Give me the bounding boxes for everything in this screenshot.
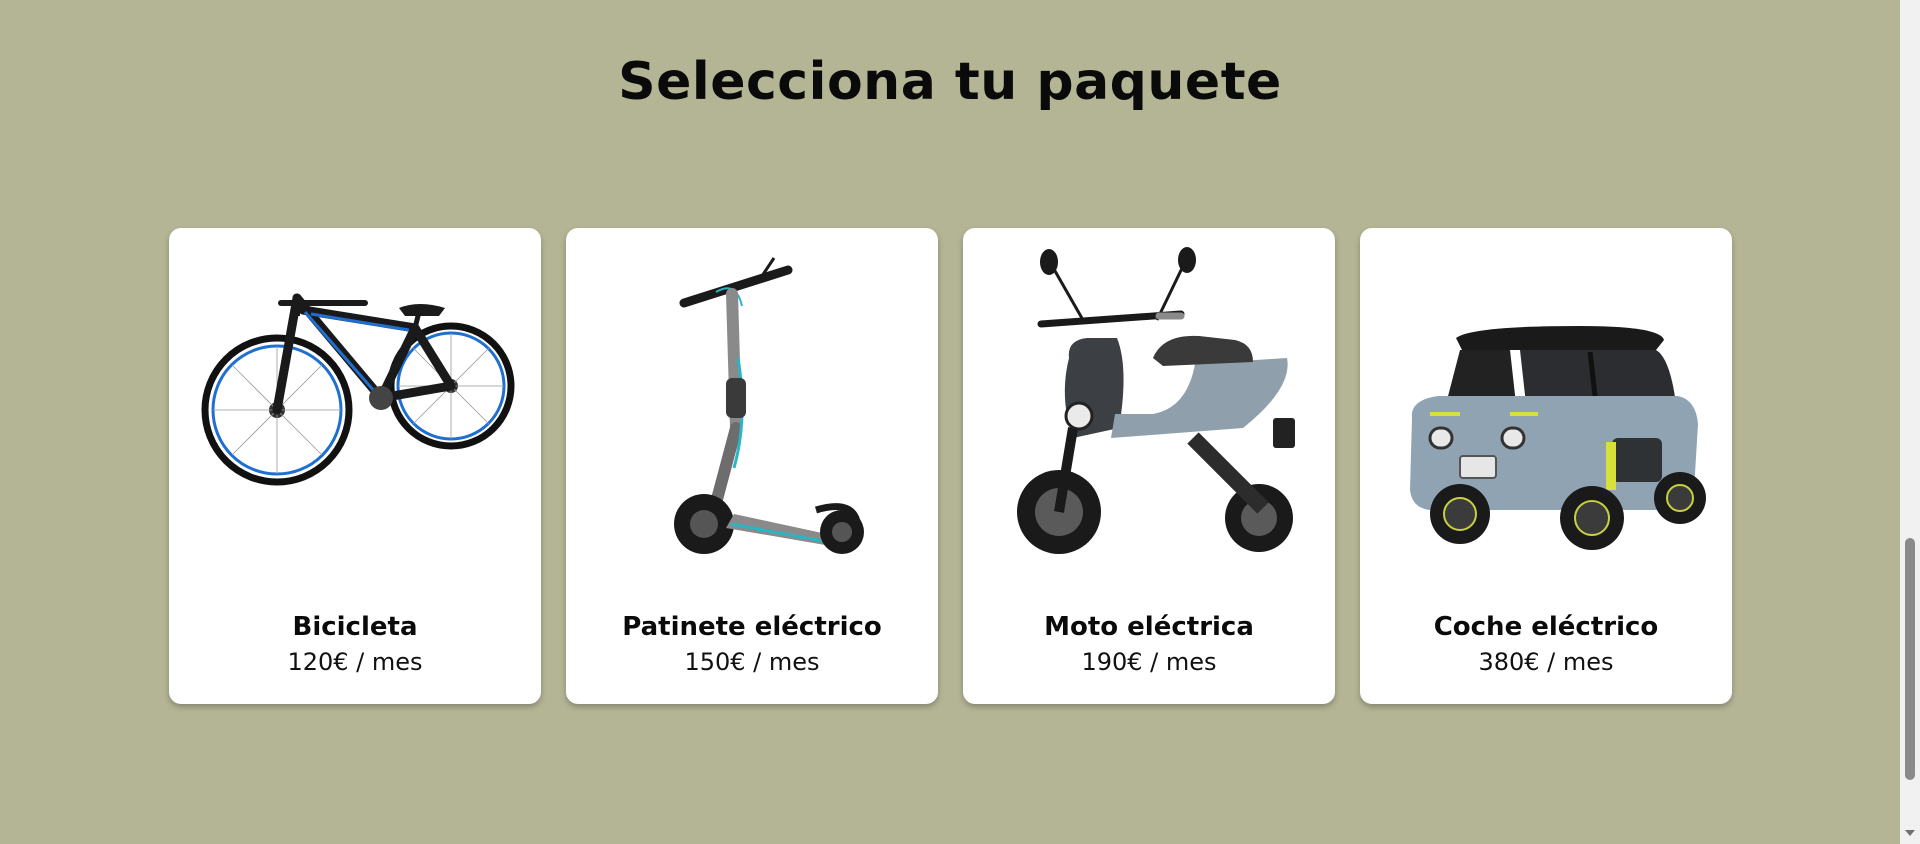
package-name: Coche eléctrico — [1433, 612, 1659, 642]
package-card-coche-electrico[interactable]: Coche eléctrico 380€ / mes — [1360, 228, 1732, 704]
scroll-down-arrow-icon[interactable] — [1905, 830, 1915, 836]
page: Selecciona tu paquete Bicicleta 120€ / m… — [0, 0, 1920, 844]
package-price: 150€ / mes — [684, 648, 820, 676]
electric-motorbike-image — [1017, 247, 1295, 554]
package-card-patinete-electrico[interactable]: Patinete eléctrico 150€ / mes — [566, 228, 938, 704]
package-price: 380€ / mes — [1478, 648, 1614, 676]
package-name: Bicicleta — [292, 612, 418, 642]
bicycle-image — [201, 293, 515, 486]
scrollbar-thumb[interactable] — [1905, 538, 1915, 780]
page-title: Selecciona tu paquete — [618, 52, 1282, 112]
electric-scooter-image — [674, 257, 864, 554]
package-price: 120€ / mes — [287, 648, 423, 676]
package-cards: Bicicleta 120€ / mes Patinete eléctrico … — [169, 228, 1732, 704]
package-name: Moto eléctrica — [1044, 612, 1254, 642]
main-content: Selecciona tu paquete Bicicleta 120€ / m… — [0, 0, 1900, 844]
package-price: 190€ / mes — [1081, 648, 1217, 676]
package-card-bicicleta[interactable]: Bicicleta 120€ / mes — [169, 228, 541, 704]
vertical-scrollbar[interactable] — [1900, 0, 1920, 844]
package-name: Patinete eléctrico — [622, 612, 882, 642]
electric-car-image — [1410, 326, 1706, 550]
package-card-moto-electrica[interactable]: Moto eléctrica 190€ / mes — [963, 228, 1335, 704]
